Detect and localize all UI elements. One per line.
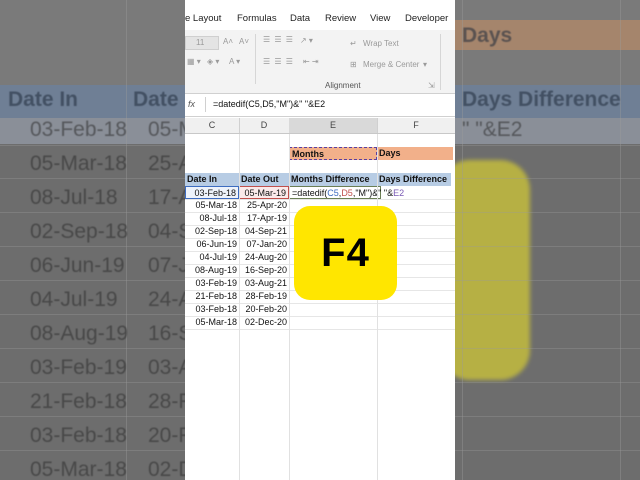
column-gridline (377, 134, 378, 480)
bg-formula-tail: " "&E2 (462, 118, 523, 141)
formula-input[interactable]: =datedif(C5,D5,"M")&" "&E2 (213, 99, 325, 109)
date-out-cell[interactable]: 24-Aug-20 (239, 251, 289, 264)
font-size-value: 11 (196, 38, 205, 47)
fx-icon[interactable]: fx (188, 99, 195, 109)
bg-date-out: 07-J (148, 254, 189, 277)
orientation-icon[interactable]: ↗ ▾ (300, 36, 313, 45)
tab-page-layout[interactable]: e Layout (185, 13, 221, 24)
header-days-difference[interactable]: Days Difference (379, 173, 447, 186)
date-in-cell[interactable]: 03-Feb-19 (185, 277, 239, 290)
bg-header-date-in: Date In (8, 88, 79, 111)
alignment-launcher-icon[interactable]: ⇲ (428, 81, 435, 90)
font-color-icon[interactable]: A ▾ (229, 57, 240, 66)
column-headers: C D E F (185, 118, 455, 134)
header-date-in[interactable]: Date In (187, 173, 217, 186)
decrease-font-icon[interactable]: A˅ (239, 37, 249, 46)
date-in-cell[interactable]: 08-Aug-19 (185, 264, 239, 277)
header-months-difference[interactable]: Months Difference (291, 173, 370, 186)
date-in-cell[interactable]: 21-Feb-18 (185, 290, 239, 303)
formula-ref-e2: E2 (393, 188, 405, 198)
date-out-cell[interactable]: 02-Dec-20 (239, 316, 289, 329)
editing-cell-e5[interactable]: =datedif(C5,D5,"M")&" "&E2 (289, 186, 404, 199)
tab-formulas[interactable]: Formulas (237, 13, 277, 24)
column-gridline (239, 134, 240, 480)
header-date-out[interactable]: Date Out (241, 173, 279, 186)
bg-header-days-diff: Days Difference (462, 88, 621, 111)
ribbon-divider (255, 34, 256, 84)
ribbon: 11 A˄ A˅ ▦ ▾ ◈ ▾ A ▾ ☰ ☰ ☰ ☰ ☰ ☰ ⇤ ⇥ ↗ ▾… (185, 30, 455, 94)
bg-date-in: 08-Aug-19 (30, 322, 129, 345)
formula-prefix: =datedif( (292, 188, 328, 198)
bg-date-in: 05-Mar-18 (30, 152, 127, 175)
column-header-c[interactable]: C (185, 118, 240, 133)
column-gridline (289, 134, 290, 480)
merge-center-icon[interactable]: ⊞ (350, 60, 357, 69)
top-align-icon[interactable]: ☰ ☰ ☰ (263, 35, 294, 44)
date-out-cell[interactable]: 04-Sep-21 (239, 225, 289, 238)
days-label-cell[interactable]: Days (377, 147, 453, 160)
increase-font-icon[interactable]: A˄ (223, 37, 233, 46)
bg-date-in: 05-Mar-18 (30, 458, 127, 480)
column-header-f[interactable]: F (377, 118, 455, 133)
date-out-cell[interactable]: 03-Aug-21 (239, 277, 289, 290)
row-gridline (185, 329, 455, 330)
date-in-cell[interactable]: 06-Jun-19 (185, 238, 239, 251)
date-out-cell[interactable]: 20-Feb-20 (239, 303, 289, 316)
tab-view[interactable]: View (370, 13, 390, 24)
months-label-cell[interactable]: Months (289, 147, 377, 160)
date-out-cell[interactable]: 16-Sep-20 (239, 264, 289, 277)
ribbon-tabs: e Layout Formulas Data Review View Devel… (185, 0, 455, 30)
bg-date-in: 21-Feb-18 (30, 390, 127, 413)
formula-bar-divider (205, 97, 206, 112)
column-header-e[interactable]: E (289, 118, 378, 133)
alignment-group-label: Alignment (325, 81, 361, 90)
ribbon-divider-2 (440, 34, 441, 90)
bg-date-in: 03-Feb-18 (30, 424, 127, 447)
formula-bar: fx =datedif(C5,D5,"M")&" "&E2 (185, 94, 455, 117)
tab-data[interactable]: Data (290, 13, 310, 24)
date-out-cell[interactable]: 28-Feb-19 (239, 290, 289, 303)
formula-mid: ,"M")&" "& (352, 188, 394, 198)
worksheet-grid[interactable]: Months Days Date In Date Out Months Diff… (185, 134, 455, 480)
bg-date-in: 03-Feb-19 (30, 356, 127, 379)
column-header-d[interactable]: D (239, 118, 290, 133)
wrap-text-icon[interactable]: ↵ (350, 39, 357, 48)
date-in-cell[interactable]: 08-Jul-18 (185, 212, 239, 225)
formula-ref-d5: D5 (341, 188, 353, 198)
indent-icon[interactable]: ⇤ ⇥ (303, 57, 319, 66)
date-in-cell[interactable]: 02-Sep-18 (185, 225, 239, 238)
date-in-cell[interactable]: 03-Feb-18 (185, 303, 239, 316)
tab-developer[interactable]: Developer (405, 13, 448, 24)
date-in-cell[interactable]: 05-Mar-18 (185, 316, 239, 329)
bg-date-in: 06-Jun-19 (30, 254, 125, 277)
bg-header-date-out: Date (133, 88, 179, 111)
bg-days-label: Days (462, 24, 513, 47)
bg-date-in: 04-Jul-19 (30, 288, 118, 311)
f4-key-badge: F4 (294, 206, 397, 300)
date-out-cell[interactable]: 25-Apr-20 (239, 199, 289, 212)
formula-ref-c5: C5 (327, 188, 339, 198)
f4-key-label: F4 (321, 230, 370, 275)
date-in-cell[interactable]: 03-Feb-18 (185, 186, 239, 199)
date-out-cell[interactable]: 17-Apr-19 (239, 212, 289, 225)
tab-review[interactable]: Review (325, 13, 356, 24)
merge-dropdown-icon[interactable]: ▾ (423, 60, 427, 69)
bg-date-in: 03-Feb-18 (30, 118, 127, 141)
wrap-text-button[interactable]: Wrap Text (363, 39, 399, 48)
borders-icon[interactable]: ▦ ▾ (187, 57, 201, 66)
bg-date-in: 08-Jul-18 (30, 186, 118, 209)
date-out-cell[interactable]: 07-Jan-20 (239, 238, 289, 251)
font-size-box[interactable]: 11 (185, 36, 219, 50)
fill-color-icon[interactable]: ◈ ▾ (207, 57, 219, 66)
left-align-icon[interactable]: ☰ ☰ ☰ (263, 57, 294, 66)
date-out-cell[interactable]: 05-Mar-19 (239, 186, 289, 199)
date-in-cell[interactable]: 05-Mar-18 (185, 199, 239, 212)
merge-center-button[interactable]: Merge & Center (363, 60, 419, 69)
bg-date-in: 02-Sep-18 (30, 220, 129, 243)
date-in-cell[interactable]: 04-Jul-19 (185, 251, 239, 264)
